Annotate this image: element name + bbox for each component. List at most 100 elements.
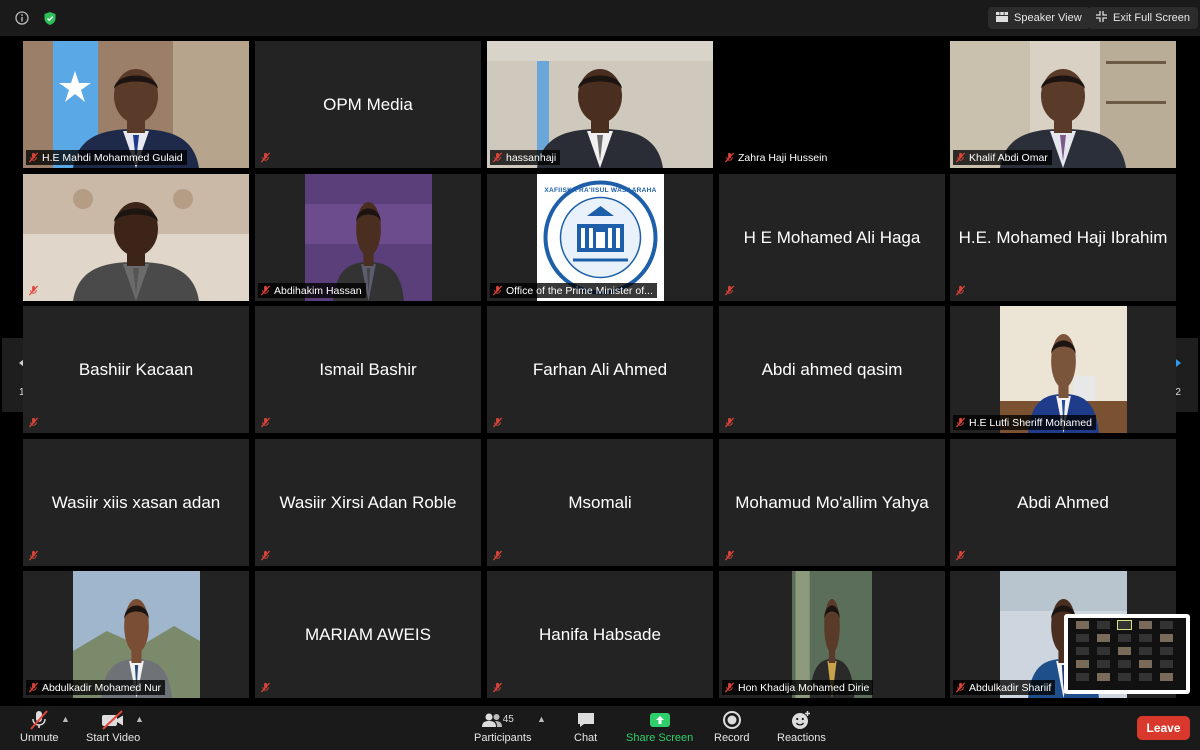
participant-caption: H.E Mahdi Mohammed Gulaid: [26, 150, 187, 165]
participants-button[interactable]: 45 Participants: [474, 710, 531, 744]
mini-tile: [1160, 634, 1173, 642]
participant-tile[interactable]: MARIAM AWEIS: [255, 571, 481, 698]
mini-tile: [1117, 620, 1132, 630]
participant-caption-label: H.E Mahdi Mohammed Gulaid: [42, 151, 183, 164]
participants-icon: 45: [481, 710, 525, 730]
participant-tile[interactable]: Khalif Abdi Omar: [950, 41, 1176, 168]
participant-tile[interactable]: Bashiir Kacaan: [23, 306, 249, 433]
participant-name: H.E. Mohamed Haji Ibrahim: [958, 227, 1168, 247]
participant-tile[interactable]: Farhan Ali Ahmed: [487, 306, 713, 433]
mini-tile: [1076, 660, 1089, 668]
mini-tile: [1076, 673, 1089, 681]
mini-tile: [1160, 660, 1173, 668]
participant-caption: H.E Lutfi Sheriff Mohamed: [953, 415, 1096, 430]
mini-tile: [1076, 647, 1089, 655]
participant-tile[interactable]: OPM Media: [255, 41, 481, 168]
participant-tile[interactable]: H.E Mahdi Mohammed Gulaid: [23, 41, 249, 168]
participant-tile[interactable]: Abdi ahmed qasim: [719, 306, 945, 433]
muted-mic-icon: [492, 417, 503, 428]
audio-options-caret-icon[interactable]: ▲: [61, 714, 70, 724]
muted-mic-icon: [724, 550, 735, 561]
muted-mic-icon: [955, 152, 966, 163]
participant-name: H E Mohamed Ali Haga: [743, 227, 921, 247]
participant-tile[interactable]: [23, 174, 249, 301]
participant-tile[interactable]: Wasiir xiis xasan adan: [23, 439, 249, 566]
muted-mic-icon: [28, 682, 39, 693]
participant-video: [305, 174, 432, 301]
participant-video: [23, 41, 249, 168]
participant-caption: [953, 548, 970, 563]
self-view-thumbnail[interactable]: [1064, 614, 1190, 694]
muted-mic-icon: [955, 550, 966, 561]
exit-full-screen-button[interactable]: Exit Full Screen: [1088, 7, 1199, 29]
participant-tile[interactable]: H.E Lutfi Sheriff Mohamed: [950, 306, 1176, 433]
speaker-view-button[interactable]: Speaker View: [988, 7, 1090, 29]
mini-tile: [1139, 673, 1152, 681]
video-off-icon: [100, 710, 126, 730]
reactions-emoji-icon: [790, 710, 812, 730]
participant-tile[interactable]: XAFIISKA RA'IISUL WASAARAHA Office of the…: [487, 174, 713, 301]
unmute-button[interactable]: Unmute: [20, 710, 59, 744]
muted-mic-icon: [260, 417, 271, 428]
participant-caption: [722, 415, 739, 430]
participant-caption: [490, 548, 507, 563]
mini-tile: [1097, 621, 1110, 629]
record-button[interactable]: Record: [714, 710, 749, 744]
top-bar: Speaker View Exit Full Screen: [0, 0, 1200, 36]
participant-caption: [26, 283, 43, 298]
participant-tile[interactable]: Abdi Ahmed: [950, 439, 1176, 566]
participant-tile[interactable]: H E Mohamed Ali Haga: [719, 174, 945, 301]
muted-mic-icon: [260, 152, 271, 163]
start-video-button[interactable]: Start Video: [86, 710, 140, 744]
video-options-caret-icon[interactable]: ▲: [135, 714, 144, 724]
participants-count: 45: [502, 714, 514, 725]
participant-name: Wasiir xiis xasan adan: [51, 492, 221, 512]
participant-caption-label: Zahra Haji Hussein: [738, 151, 828, 164]
chat-button[interactable]: Chat: [574, 710, 597, 744]
info-icon[interactable]: [12, 8, 32, 28]
participant-tile[interactable]: Hon Khadija Mohamed Dirie: [719, 571, 945, 698]
mini-tile: [1139, 647, 1152, 655]
participant-caption: [490, 680, 507, 695]
leave-button[interactable]: Leave: [1137, 716, 1190, 740]
participant-tile[interactable]: Hanifa Habsade: [487, 571, 713, 698]
participant-caption-label: hassanhaji: [506, 151, 557, 164]
participants-options-caret-icon[interactable]: ▲: [537, 714, 546, 724]
participant-name: Mohamud Mo'allim Yahya: [735, 492, 929, 512]
self-view-screen: [1068, 618, 1186, 690]
participant-tile[interactable]: Mohamud Mo'allim Yahya: [719, 439, 945, 566]
reactions-button[interactable]: Reactions: [777, 710, 826, 744]
participant-caption: [953, 283, 970, 298]
participant-name: Abdi ahmed qasim: [761, 359, 903, 379]
participant-tile[interactable]: Wasiir Xirsi Adan Roble: [255, 439, 481, 566]
share-screen-button[interactable]: Share Screen: [626, 710, 693, 744]
muted-mic-icon: [28, 417, 39, 428]
participant-tile[interactable]: Zahra Haji Hussein: [719, 41, 945, 168]
participant-caption: Office of the Prime Minister of...: [490, 283, 657, 298]
participant-tile[interactable]: Ismail Bashir: [255, 306, 481, 433]
participant-caption: [258, 680, 275, 695]
muted-mic-icon: [492, 550, 503, 561]
participant-tile[interactable]: Msomali: [487, 439, 713, 566]
muted-mic-icon: [724, 152, 735, 163]
participant-caption: Hon Khadija Mohamed Dirie: [722, 680, 874, 695]
participant-tile[interactable]: H.E. Mohamed Haji Ibrahim: [950, 174, 1176, 301]
mini-tile: [1118, 673, 1131, 681]
participant-name: Farhan Ali Ahmed: [532, 359, 668, 379]
participant-caption-label: H.E Lutfi Sheriff Mohamed: [969, 416, 1092, 429]
participant-name: Ismail Bashir: [319, 359, 417, 379]
muted-mic-icon: [492, 152, 503, 163]
participant-tile[interactable]: Abdulkadir Mohamed Nur: [23, 571, 249, 698]
participant-caption: Abdulkadir Mohamed Nur: [26, 680, 166, 695]
participant-caption: Abdihakim Hassan: [258, 283, 366, 298]
mini-tile: [1076, 621, 1089, 629]
participant-video: [23, 174, 249, 301]
muted-mic-icon: [724, 682, 735, 693]
participant-tile[interactable]: hassanhaji: [487, 41, 713, 168]
muted-mic-icon: [28, 152, 39, 163]
participant-caption-label: Abdulkadir Shariif: [969, 681, 1052, 694]
mini-tile: [1160, 621, 1173, 629]
participant-tile[interactable]: Abdihakim Hassan: [255, 174, 481, 301]
security-shield-icon[interactable]: [40, 8, 60, 28]
mini-tile: [1097, 634, 1110, 642]
